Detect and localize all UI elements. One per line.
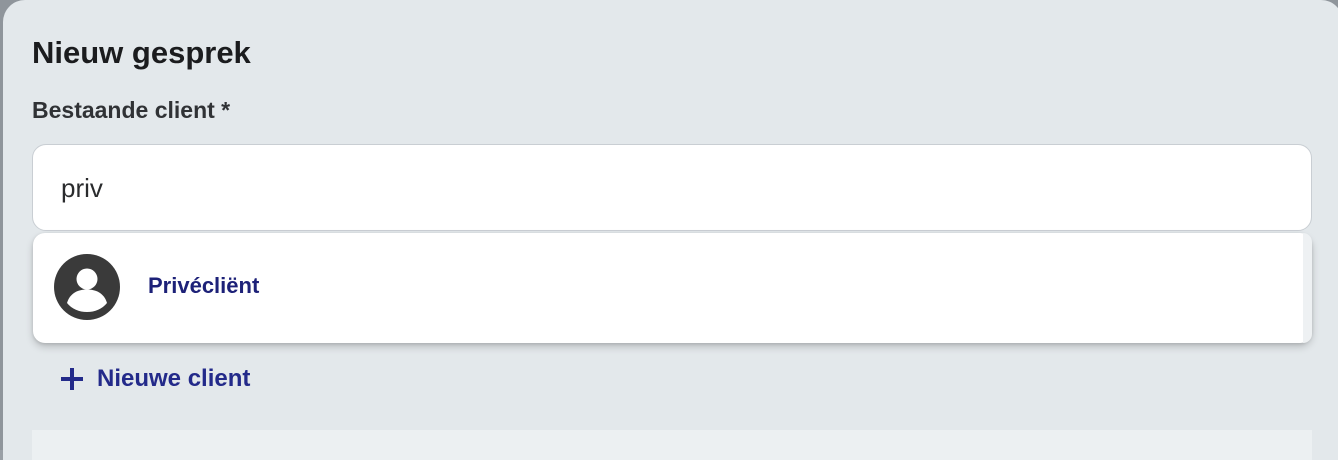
plus-icon [61,368,83,390]
bottom-panel [32,430,1312,460]
suggestion-item[interactable]: Privécliënt [33,233,1303,343]
new-conversation-dialog: Nieuw gesprek Bestaande client * Privécl… [3,0,1338,460]
client-field-label: Bestaande client * [32,97,231,123]
client-suggestions-dropdown: Privécliënt [33,233,1312,343]
client-search-box[interactable] [32,144,1312,231]
suggestion-label: Privécliënt [148,273,260,298]
client-search-input[interactable] [61,167,1261,209]
new-client-button[interactable]: Nieuwe client [61,363,250,395]
dropdown-scrollbar[interactable] [1303,233,1312,343]
new-client-label: Nieuwe client [97,365,251,392]
user-avatar-icon [54,254,120,320]
dialog-title: Nieuw gesprek [32,35,251,70]
